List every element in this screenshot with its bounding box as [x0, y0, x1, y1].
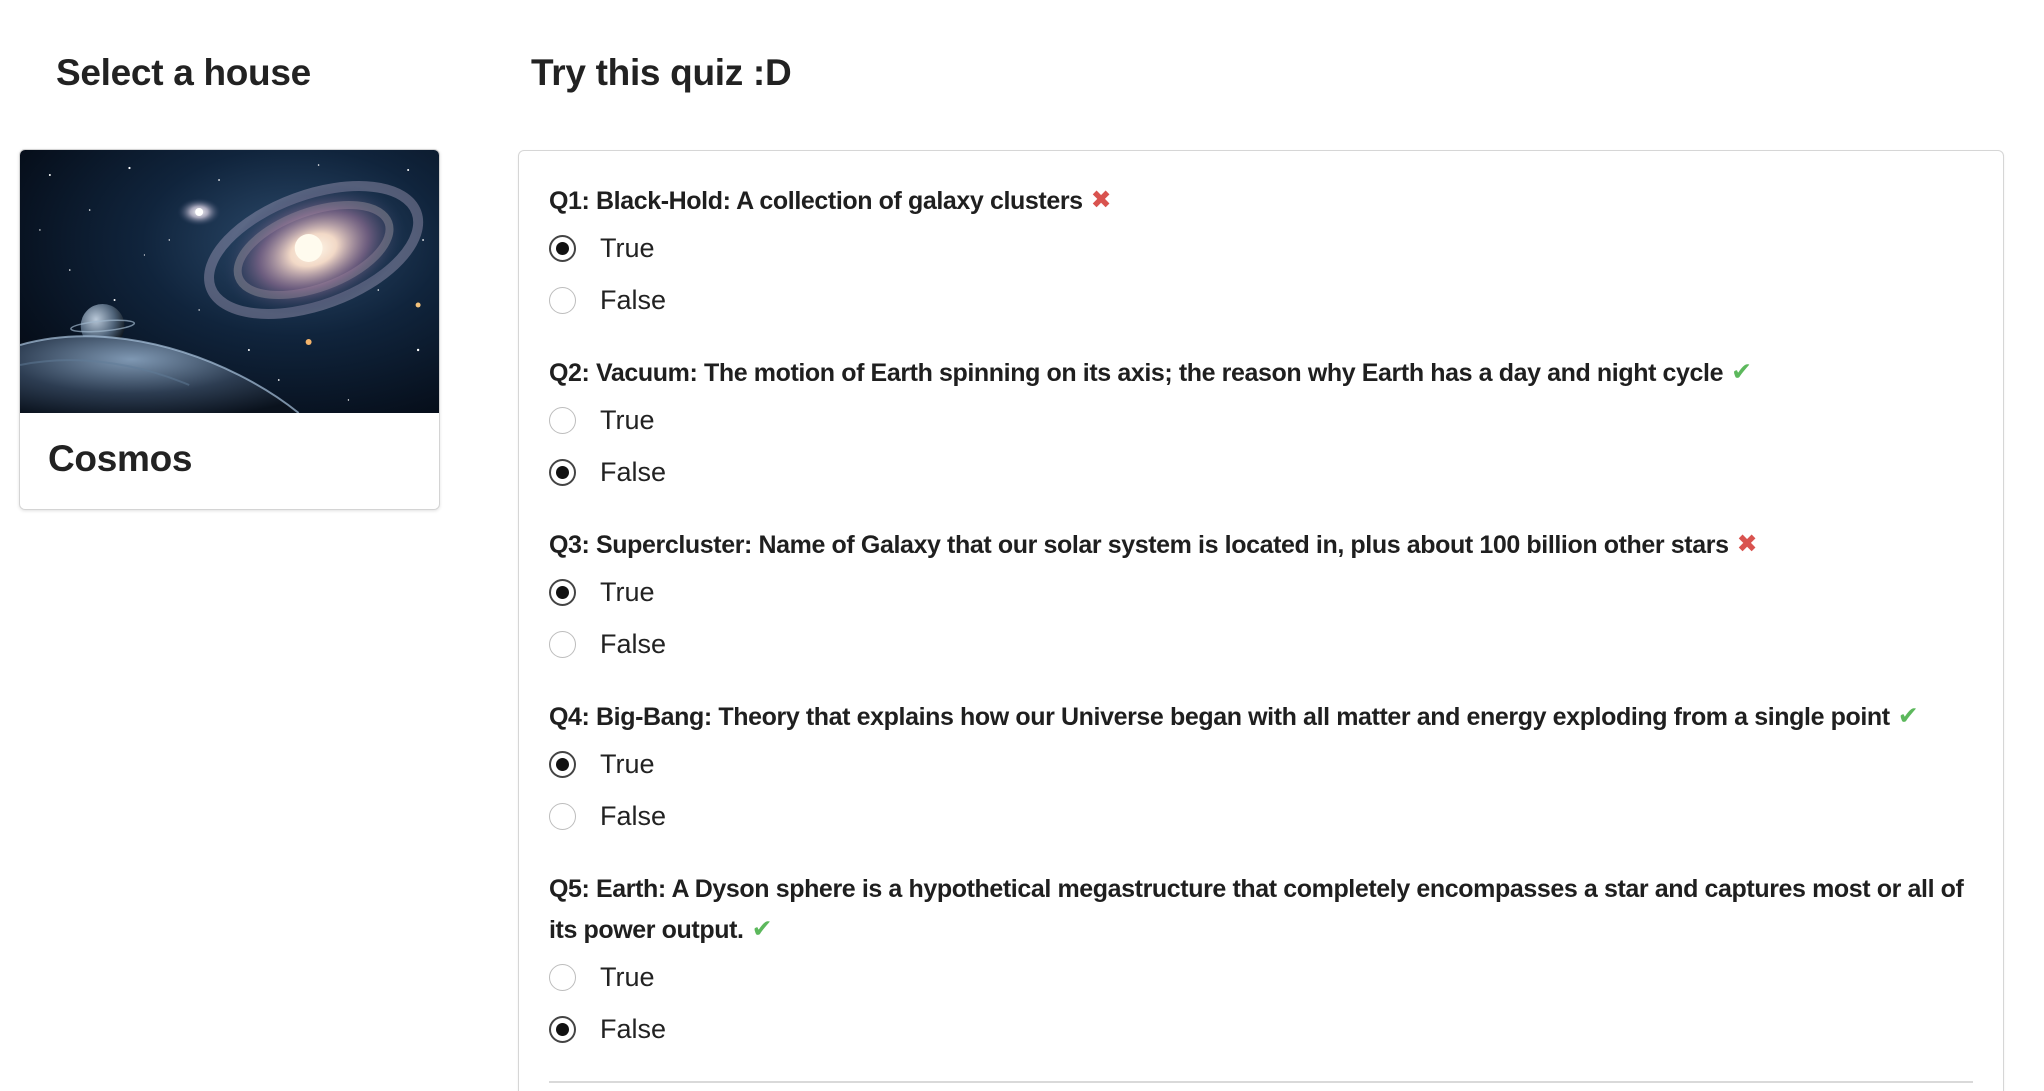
option-true[interactable]: True	[549, 952, 1969, 1004]
sidebar-title: Select a house	[56, 52, 311, 93]
question-label: Q2: Vacuum: The motion of Earth spinning…	[549, 359, 1724, 387]
house-card-cosmos[interactable]: Cosmos	[19, 149, 440, 510]
house-name: Cosmos	[48, 438, 193, 479]
question-text: Q5: Earth: A Dyson sphere is a hypotheti…	[549, 869, 1969, 952]
question-4: Q4: Big-Bang: Theory that explains how o…	[549, 697, 1969, 843]
question-label: Q3: Supercluster: Name of Galaxy that ou…	[549, 531, 1729, 559]
question-text: Q2: Vacuum: The motion of Earth spinning…	[549, 353, 1969, 395]
option-label: False	[600, 801, 667, 832]
question-label: Q4: Big-Bang: Theory that explains how o…	[549, 703, 1890, 731]
page: Select a house Cosmos Try this quiz:D Q…	[0, 0, 2044, 1091]
question-5: Q5: Earth: A Dyson sphere is a hypotheti…	[549, 869, 1969, 1056]
option-label: True	[600, 233, 655, 264]
radio-unchecked[interactable]	[549, 287, 576, 315]
radio-checked[interactable]	[549, 579, 576, 607]
option-false[interactable]: False	[549, 275, 1969, 327]
option-label: True	[600, 749, 655, 780]
option-false[interactable]: False	[549, 447, 1969, 499]
question-3: Q3: Supercluster: Name of Galaxy that ou…	[549, 525, 1969, 671]
quiz-panel: Q1: Black-Hold: A collection of galaxy c…	[518, 150, 2004, 1091]
option-label: False	[600, 629, 667, 660]
question-text: Q3: Supercluster: Name of Galaxy that ou…	[549, 525, 1969, 567]
option-label: False	[600, 1014, 667, 1045]
check-icon: ✔	[751, 914, 773, 943]
radio-checked[interactable]	[549, 235, 576, 263]
option-true[interactable]: True	[549, 395, 1969, 447]
check-icon: ✔	[1897, 701, 1919, 730]
radio-unchecked[interactable]	[549, 803, 576, 831]
option-false[interactable]: False	[549, 619, 1969, 671]
question-label: Q1: Black-Hold: A collection of galaxy c…	[549, 187, 1083, 215]
house-image-cosmos	[20, 150, 439, 413]
option-true[interactable]: True	[549, 567, 1969, 619]
question-text: Q1: Black-Hold: A collection of galaxy c…	[549, 181, 1969, 223]
option-label: False	[600, 285, 667, 316]
radio-checked[interactable]	[549, 751, 576, 779]
option-label: True	[600, 577, 655, 608]
wrong-icon: ✖	[1090, 185, 1112, 214]
option-false[interactable]: False	[549, 791, 1969, 843]
wrong-icon: ✖	[1736, 529, 1758, 558]
radio-unchecked[interactable]	[549, 407, 576, 435]
option-true[interactable]: True	[549, 739, 1969, 791]
question-2: Q2: Vacuum: The motion of Earth spinning…	[549, 353, 1969, 499]
question-1: Q1: Black-Hold: A collection of galaxy c…	[549, 181, 1969, 327]
radio-checked[interactable]	[549, 1016, 576, 1044]
option-false[interactable]: False	[549, 1004, 1969, 1056]
radio-checked[interactable]	[549, 459, 576, 487]
quiz-title: Try this quiz :D	[531, 52, 792, 93]
option-label: True	[600, 405, 655, 436]
check-icon: ✔	[1731, 357, 1752, 386]
question-text: Q4: Big-Bang: Theory that explains how o…	[549, 697, 1969, 739]
option-true[interactable]: True	[549, 223, 1969, 275]
option-label: False	[600, 457, 667, 488]
option-label: True	[600, 962, 655, 993]
divider	[549, 1081, 1973, 1083]
radio-unchecked[interactable]	[549, 631, 576, 659]
radio-unchecked[interactable]	[549, 964, 576, 992]
